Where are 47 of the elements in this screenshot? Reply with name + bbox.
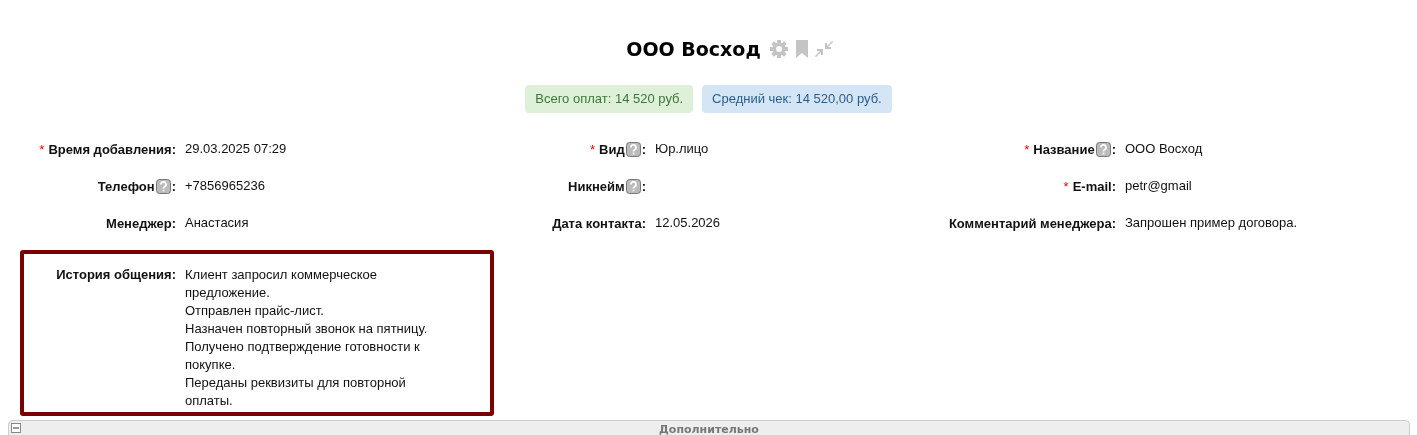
history-entry: Клиент запросил коммерческое предложение.: [185, 266, 378, 302]
label-colon: :: [1111, 215, 1116, 231]
company-title: ООО Восход: [626, 38, 761, 60]
label-colon: :: [641, 215, 646, 231]
field-label: Время добавления: [48, 141, 172, 157]
required-mark: *: [589, 141, 595, 157]
field-label: Дата контакта: [552, 215, 642, 231]
field-value: Юр.лицо: [655, 141, 709, 156]
help-icon[interactable]: [155, 178, 171, 194]
field-value: ООО Восход: [1125, 141, 1203, 156]
label-colon: :: [641, 141, 646, 157]
help-icon[interactable]: [625, 141, 641, 157]
field-value: Запрошен пример договора.: [1125, 215, 1298, 230]
label-colon: :: [171, 141, 176, 157]
help-icon[interactable]: [1095, 141, 1111, 157]
collapse-toggle-icon[interactable]: [11, 423, 21, 433]
field-value: 12.05.2026: [655, 215, 721, 230]
history-entry: Отправлен прайс-лист.: [185, 302, 325, 320]
section-title: Дополнительно: [659, 422, 759, 435]
history-entry: Переданы реквизиты для повторной оплаты.: [185, 374, 407, 410]
label-colon: :: [641, 178, 646, 194]
field-value: +7856965236: [185, 178, 265, 193]
field-label: Менеджер: [106, 215, 172, 231]
history-entry: Получено подтверждение готовности к покупке.: [185, 338, 421, 374]
required-mark: *: [1063, 178, 1069, 194]
field-label: Вид: [599, 141, 625, 157]
required-mark: *: [1024, 141, 1030, 157]
label-colon: :: [171, 266, 176, 282]
field-value: Анастасия: [185, 215, 249, 230]
stat-badge: Средний чек: 14 520,00 руб.: [702, 85, 892, 113]
section-header[interactable]: Дополнительно: [8, 420, 1410, 435]
label-colon: :: [171, 178, 176, 194]
field-label: Никнейм: [568, 178, 625, 194]
field-value: 29.03.2025 07:29: [185, 141, 287, 156]
help-icon[interactable]: [625, 178, 641, 194]
field-label: Название: [1033, 141, 1095, 157]
field-label: Комментарий менеджера: [948, 215, 1112, 231]
label-colon: :: [1111, 141, 1116, 157]
required-mark: *: [39, 141, 45, 157]
label-colon: :: [1111, 178, 1116, 194]
field-label: E-mail: [1072, 178, 1112, 194]
history-entry: Назначен повторный звонок на пятницу.: [185, 320, 429, 338]
field-value: petr@gmail: [1125, 178, 1192, 193]
field-label: Телефон: [97, 178, 155, 194]
field-label: История общения: [56, 266, 172, 282]
label-colon: :: [171, 215, 176, 231]
stat-badge: Всего оплат: 14 520 руб.: [525, 85, 694, 113]
